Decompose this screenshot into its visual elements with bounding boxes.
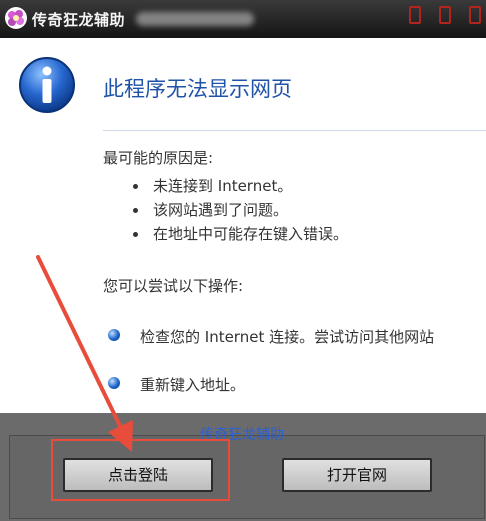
maximize-button[interactable] [439, 6, 451, 24]
embedded-browser-page: 此程序无法显示网页 最可能的原因是: 未连接到 Internet。 该网站遇到了… [0, 38, 486, 413]
bullet-icon [133, 184, 138, 189]
reasons-list: 未连接到 Internet。 该网站遇到了问题。 在地址中可能存在键入错误。 [133, 174, 348, 246]
reasons-title: 最可能的原因是: [103, 149, 214, 167]
bullet-icon [133, 208, 138, 213]
open-official-site-button[interactable]: 打开官网 [282, 458, 432, 492]
bullet-icon [133, 232, 138, 237]
suggestion-text: 检查您的 Internet 连接。尝试访问其他网站 [140, 328, 435, 346]
blue-bullet-icon [108, 329, 120, 341]
annotation-highlight-box [51, 439, 230, 501]
divider [103, 130, 486, 131]
list-item: 该网站遇到了问题。 [133, 198, 348, 222]
close-button[interactable] [469, 6, 481, 24]
window-title: 传奇狂龙辅助 [32, 11, 126, 29]
list-item: 未连接到 Internet。 [133, 174, 348, 198]
suggestions-title: 您可以尝试以下操作: [103, 277, 244, 295]
blue-bullet-icon [108, 377, 120, 389]
blurred-title-region [136, 12, 254, 26]
info-icon [19, 57, 75, 113]
page-title: 此程序无法显示网页 [103, 77, 292, 101]
suggestion-text: 重新键入地址。 [140, 376, 246, 394]
list-item: 在地址中可能存在键入错误。 [133, 222, 348, 246]
title-bar: 传奇狂龙辅助 [0, 0, 486, 38]
minimize-button[interactable] [409, 6, 421, 24]
app-flower-icon [5, 7, 27, 29]
